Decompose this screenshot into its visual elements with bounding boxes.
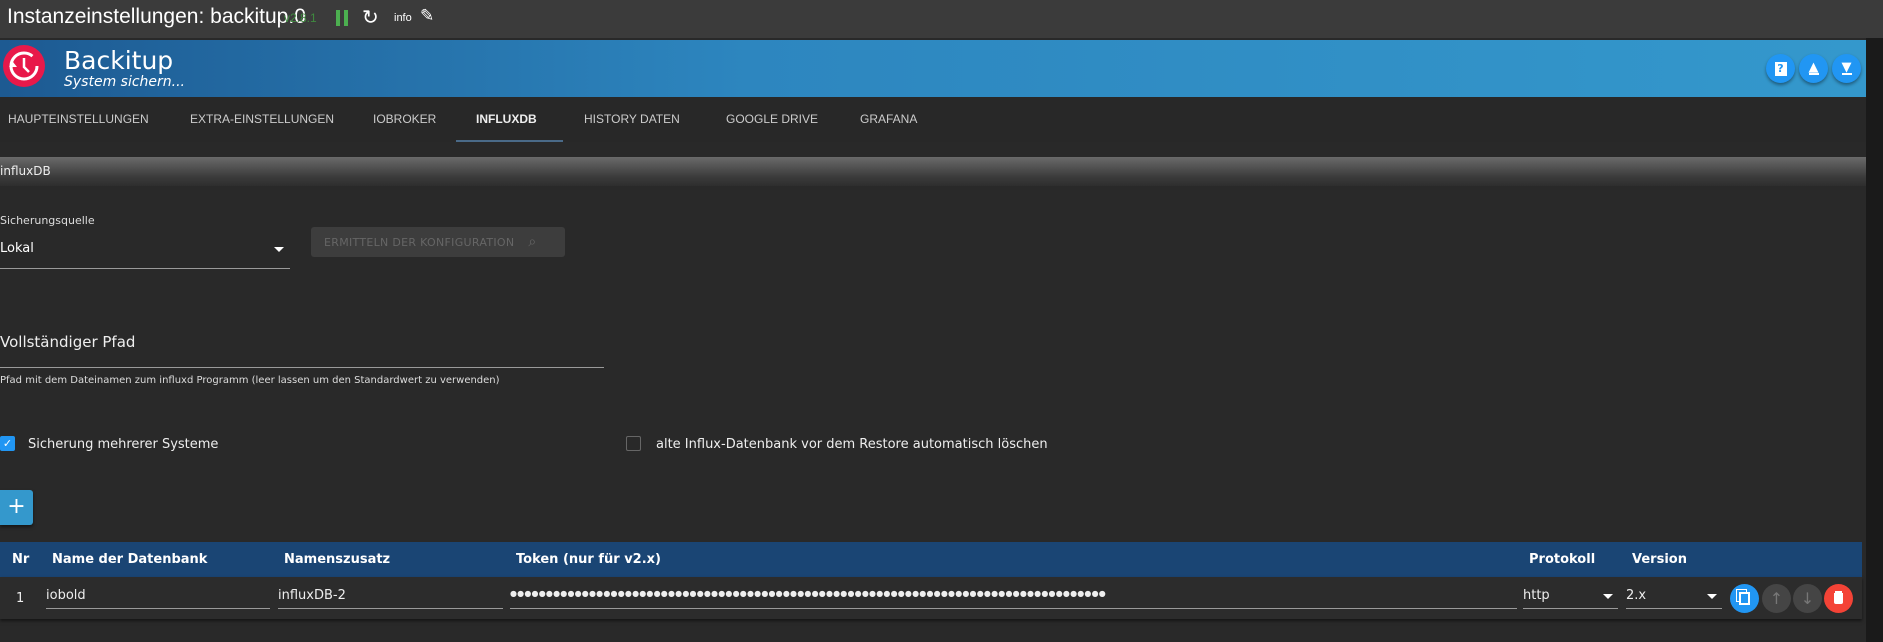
refresh-icon[interactable]: ↻ (362, 5, 379, 29)
move-down-button[interactable]: ↓ (1793, 584, 1822, 613)
help-button[interactable]: ? (1766, 54, 1795, 83)
col-suffix: Namenszusatz (284, 552, 391, 567)
search-icon: ⌕ (528, 234, 537, 250)
suffix-input[interactable]: influxDB-2 (278, 583, 503, 609)
suffix-value: influxDB-2 (278, 588, 346, 603)
adapter-banner (0, 40, 1866, 97)
scrollbar[interactable] (1866, 38, 1883, 642)
tab-grafana[interactable]: GRAFANA (860, 97, 917, 142)
title-bar: Instanzeinstellungen: backitup.0 v2.8.1 … (0, 0, 1883, 38)
window-title: Instanzeinstellungen: backitup.0 (7, 5, 306, 28)
dropdown-arrow-icon (1707, 594, 1717, 599)
table-header: Nr Name der Datenbank Namenszusatz Token… (0, 542, 1862, 577)
info-link[interactable]: info (394, 12, 412, 24)
clock-history-logo-icon (3, 45, 45, 87)
upload-button[interactable]: ▲ (1799, 54, 1828, 83)
protocol-select[interactable]: http (1523, 583, 1618, 609)
row-nr: 1 (16, 591, 25, 606)
tab-iobroker[interactable]: IOBROKER (373, 97, 436, 142)
token-value: ●●●●●●●●●●●●●●●●●●●●●●●●●●●●●●●●●●●●●●●●… (510, 589, 1106, 598)
col-name: Name der Datenbank (52, 552, 208, 567)
tab-extra-einstellungen[interactable]: EXTRA-EINSTELLUNGEN (190, 97, 334, 142)
pencil-icon[interactable]: ✎ (420, 6, 434, 26)
multi-system-checkbox[interactable]: ✓ (0, 436, 15, 451)
download-icon: ▼ (1841, 60, 1852, 75)
download-button[interactable]: ▼ (1832, 54, 1861, 83)
tab-google-drive[interactable]: GOOGLE DRIVE (726, 97, 818, 142)
detect-config-button[interactable]: ERMITTELN DER KONFIGURATION ⌕ (311, 227, 565, 257)
adapter-subtitle: System sichern... (64, 74, 186, 90)
detect-config-label: ERMITTELN DER KONFIGURATION (324, 235, 515, 249)
pause-icon[interactable] (336, 10, 348, 26)
version-value: 2.x (1626, 588, 1647, 603)
col-protocol: Protokoll (1529, 552, 1596, 567)
delete-old-label: alte Influx-Datenbank vor dem Restore au… (656, 437, 1048, 452)
tab-haupteinstellungen[interactable]: HAUPTEINSTELLUNGEN (8, 97, 149, 142)
tab-history-daten[interactable]: HISTORY DATEN (584, 97, 680, 142)
adapter-name: Backitup (64, 46, 174, 75)
active-tab-indicator (456, 140, 563, 142)
tab-bar: HAUPTEINSTELLUNGEN EXTRA-EINSTELLUNGEN I… (0, 97, 1866, 142)
source-value: Lokal (0, 241, 34, 256)
version-select[interactable]: 2.x (1626, 583, 1722, 609)
tab-influxdb[interactable]: INFLUXDB (476, 97, 537, 142)
section-header: influxDB (0, 157, 1866, 186)
path-helper-text: Pfad mit dem Dateinamen zum influxd Prog… (0, 375, 500, 386)
section-title: influxDB (0, 164, 51, 178)
delete-old-checkbox[interactable] (626, 436, 641, 451)
trash-icon (1834, 593, 1843, 604)
help-book-icon: ? (1774, 61, 1787, 76)
dropdown-arrow-icon (274, 247, 284, 252)
upload-icon: ▲ (1808, 60, 1819, 75)
col-version: Version (1632, 552, 1687, 567)
copy-row-button[interactable] (1730, 584, 1759, 613)
db-name-input[interactable]: iobold (46, 583, 270, 609)
protocol-value: http (1523, 588, 1550, 603)
version-label: v2.8.1 (284, 11, 317, 25)
move-up-button[interactable]: ↑ (1762, 584, 1791, 613)
source-select[interactable]: Lokal (0, 238, 290, 270)
arrow-up-icon: ↑ (1769, 589, 1784, 608)
source-label: Sicherungsquelle (0, 214, 95, 227)
delete-row-button[interactable] (1824, 584, 1853, 613)
add-row-button[interactable]: + (0, 490, 33, 525)
path-input[interactable] (0, 367, 604, 368)
arrow-down-icon: ↓ (1800, 589, 1815, 608)
db-name-value: iobold (46, 588, 86, 603)
table-row: 1 iobold influxDB-2 ●●●●●●●●●●●●●●●●●●●●… (0, 577, 1862, 619)
multi-system-label: Sicherung mehrerer Systeme (28, 437, 219, 452)
col-token: Token (nur für v2.x) (516, 552, 661, 567)
col-nr: Nr (12, 552, 30, 567)
path-label: Vollständiger Pfad (0, 333, 136, 351)
token-input[interactable]: ●●●●●●●●●●●●●●●●●●●●●●●●●●●●●●●●●●●●●●●●… (510, 583, 1517, 609)
copy-icon (1739, 592, 1750, 605)
dropdown-arrow-icon (1603, 594, 1613, 599)
